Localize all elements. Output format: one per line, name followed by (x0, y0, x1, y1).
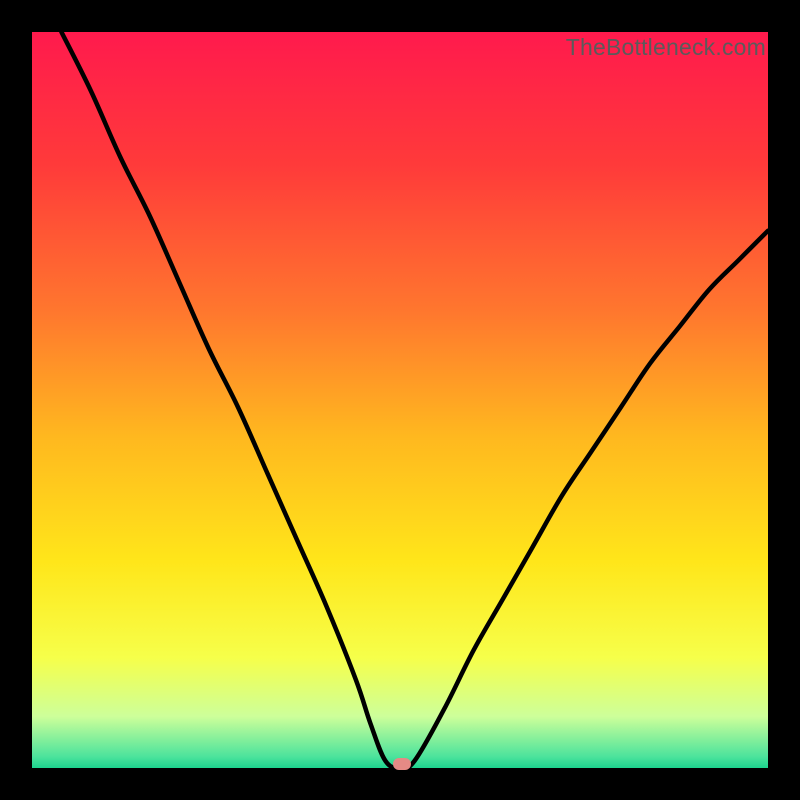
bottleneck-curve (32, 32, 768, 768)
minimum-marker (393, 758, 411, 770)
watermark-text: TheBottleneck.com (566, 34, 766, 61)
plot-area (32, 32, 768, 768)
